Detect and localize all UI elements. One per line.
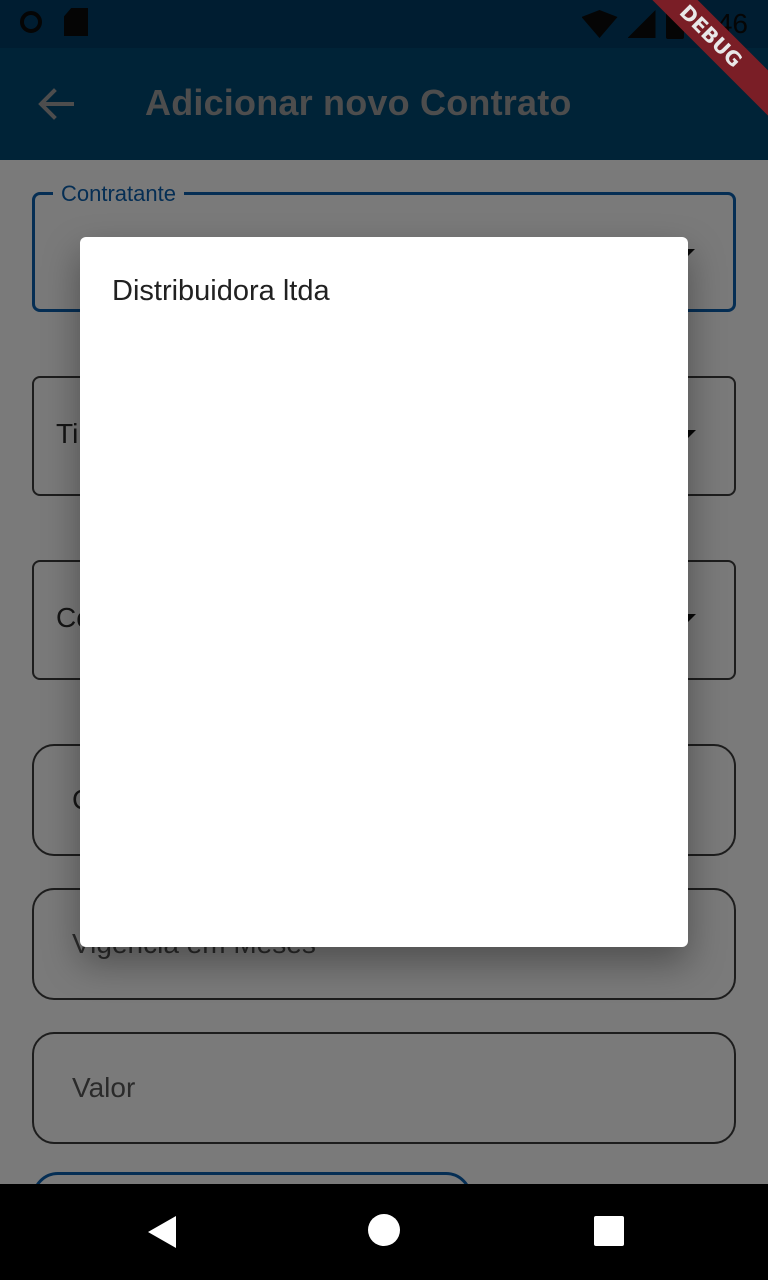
nav-recents-icon[interactable] [594, 1216, 624, 1246]
nav-home-icon[interactable] [368, 1214, 400, 1246]
navigation-bar [0, 1184, 768, 1280]
nav-back-icon[interactable] [144, 1214, 180, 1250]
dialog-option-distribuidora[interactable]: Distribuidora ltda [112, 275, 330, 308]
selection-dialog: Distribuidora ltda [80, 237, 688, 947]
